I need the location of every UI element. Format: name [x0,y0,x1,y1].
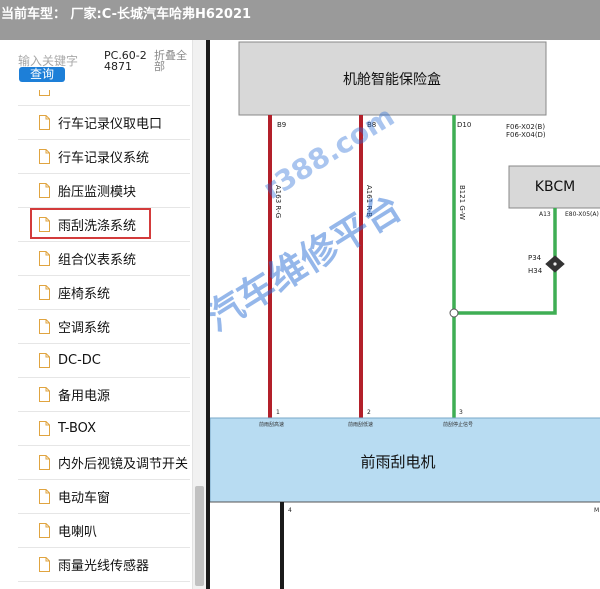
tree-item-label: 电动车窗 [58,491,111,506]
file-icon [39,387,50,402]
query-button[interactable]: 查询 [19,67,65,82]
file-icon [39,183,50,198]
file-icon [39,285,50,300]
sidebar-scrollbar[interactable] [192,40,206,589]
tree-item[interactable]: 雨刮洗涤系统 [18,208,190,242]
tree-item[interactable]: 行车记录仪取电口 [18,106,190,140]
file-icon [39,557,50,572]
tree-item[interactable]: DC-DC [18,344,190,378]
file-icon [39,149,50,164]
file-icon [39,455,50,470]
motor-label: 前雨刮电机 [360,453,435,471]
tree-item-label: 电喇叭 [58,525,98,540]
motor-pin-2: 2 [367,409,371,416]
file-icon [39,489,50,504]
file-icon [39,353,50,368]
tree-item[interactable]: 组合仪表系统 [18,242,190,276]
kbcm-connector-ref: E80-X05(A) [565,211,599,218]
file-icon [39,421,50,436]
pane-divider [206,40,210,589]
motor-pin-1: 1 [276,409,280,416]
tree-item-label: 胎压监测模块 [58,185,137,200]
tree-item-label: T-BOX [58,421,96,436]
file-tree: 行车记录仪取电口 行车记录仪系统 胎压监测模块雨刮洗涤系统组合仪表系统 座椅系统空调系… [18,90,192,589]
wire-splice [449,308,459,318]
wiring-diagram-pane: 机舱智能保险盒 B9 B8 D10 F06-X02(B) F06-X04(D) … [206,40,600,589]
junction-p34: P34 [528,254,542,262]
pc-number: PC.60-24871 [104,49,147,73]
tree-item[interactable]: 空调系统 [18,310,190,344]
sidebar: 查询 PC.60-24871 折叠全部 行车记录仪取电口行车记录仪系统胎压监测模… [0,40,206,589]
tree-item-label: 座椅系统 [58,287,111,302]
tree-item-label: DC-DC [58,353,101,368]
connector-ref-1: F06-X02(B) [506,123,545,131]
tree-item[interactable]: 备用电源 [18,378,190,412]
tree-item[interactable]: 电动车窗 [18,480,190,514]
tree-item[interactable]: 内外后视镜及调节开关 [18,446,190,480]
scroll-thumb[interactable] [195,486,204,586]
motor-pin-4: 4 [288,507,292,514]
tree-item[interactable]: T-BOX [18,412,190,446]
file-icon [39,251,50,266]
wire-label-3: B121 G-W [458,185,466,220]
tree-item-label: 行车记录仪取电口 [58,117,163,132]
wiring-diagram: 机舱智能保险盒 B9 B8 D10 F06-X02(B) F06-X04(D) … [206,41,600,589]
watermark-text: 汽车维修平台 [206,186,409,340]
tree-item[interactable]: 行车记录仪系统 [18,140,190,174]
tree-item[interactable]: 电喇叭 [18,514,190,548]
pin-a13: A13 [539,211,551,218]
junction-dot [553,262,557,266]
pin-d10: D10 [457,121,471,129]
tree-item[interactable]: 座椅系统 [18,276,190,310]
tree-item-label: 行车记录仪系统 [58,151,150,166]
tree-item-label: 备用电源 [58,389,111,404]
tree-item-label: 雨量光线传感器 [58,559,150,574]
tree-item[interactable]: 胎压监测模块 [18,174,190,208]
file-icon [39,319,50,334]
motor-pin-m: M [594,507,599,514]
collapse-all-link[interactable]: 折叠全部 [154,50,192,72]
motor-pin-label-2: 前雨刮低速 [348,421,373,428]
file-icon [39,523,50,538]
pin-b9: B9 [277,121,286,129]
fuse-box-label: 机舱智能保险盒 [343,71,441,88]
connector-ref-2: F06-X04(D) [506,131,546,139]
tree-item[interactable] [18,90,190,106]
tree-item-label: 空调系统 [58,321,111,336]
file-icon [39,90,50,96]
selection-highlight [30,208,151,239]
tree-item-label: 内外后视镜及调节开关 [58,457,189,472]
motor-pin-label-1: 前雨刮高速 [259,421,284,428]
motor-pin-label-3: 前刮停止信号 [443,421,473,428]
tree-item-label: 组合仪表系统 [58,253,137,268]
tree-item[interactable]: 雨量光线传感器 [18,548,190,582]
motor-pin-3: 3 [459,409,463,416]
junction-h34: H34 [528,267,543,275]
file-icon [39,115,50,130]
kbcm-label: KBCM [535,179,575,195]
window-title: 当前车型： 厂家:C-长城汽车哈弗H62021 [0,0,600,40]
